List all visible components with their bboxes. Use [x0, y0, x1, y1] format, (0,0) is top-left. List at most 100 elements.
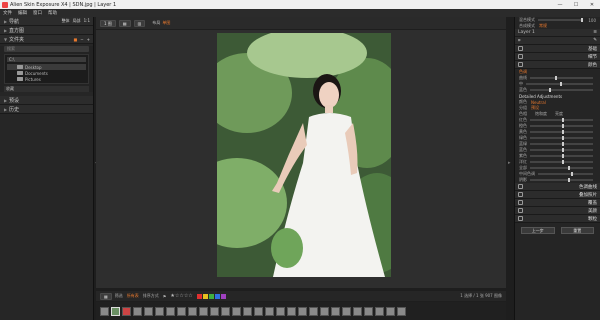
layout-label: 布局 [152, 20, 161, 25]
previous-button[interactable]: 上一步 [521, 227, 555, 234]
filmstrip-thumb[interactable] [210, 306, 219, 316]
panel-toggle-icon[interactable] [518, 208, 523, 213]
color-label-purple[interactable] [220, 293, 226, 299]
panel-tone-curve[interactable]: 色调曲线 [515, 183, 600, 191]
menu-edit[interactable]: 编辑 [18, 10, 27, 16]
filmstrip-thumb[interactable] [122, 306, 131, 316]
panel-label: 细节 [588, 54, 597, 60]
panel-toggle-icon[interactable] [518, 62, 523, 67]
filmstrip-thumb[interactable] [276, 306, 285, 316]
filmstrip-thumb[interactable] [364, 306, 373, 316]
filmstrip-thumb[interactable] [166, 306, 175, 316]
folder-add-icon[interactable]: ■ [74, 37, 78, 42]
layer-row[interactable]: Layer 1 ≡ [515, 29, 600, 37]
tree-item-label: Desktop [25, 64, 42, 70]
filmstrip-thumb[interactable] [265, 306, 274, 316]
filmstrip-thumb[interactable] [320, 306, 329, 316]
folder-search-input[interactable]: 搜索 [4, 46, 89, 52]
filmstrip-thumb[interactable] [331, 306, 340, 316]
filter-dropdown[interactable]: 所有表 [127, 293, 139, 299]
star-rating[interactable]: ★☆☆☆☆ [170, 293, 192, 299]
panel-label: 颜色 [588, 62, 597, 68]
menu-file[interactable]: 文件 [3, 10, 12, 16]
filmstrip-thumb[interactable] [287, 306, 296, 316]
panel-overlay[interactable]: 覆盖 [515, 199, 600, 207]
panel-toggle-icon[interactable] [518, 184, 523, 189]
maximize-button[interactable]: ☐ [568, 2, 584, 8]
filmstrip-thumb[interactable] [188, 306, 197, 316]
folders-header[interactable]: ▼ 文件夹 ■ − + [0, 35, 93, 44]
histogram-header[interactable]: ▶ 直方图 [0, 26, 93, 35]
filmstrip-thumb[interactable] [243, 306, 252, 316]
filmstrip-thumb[interactable] [144, 306, 153, 316]
reset-button[interactable]: 重置 [560, 227, 594, 234]
history-header[interactable]: ▶ 历史 [0, 105, 93, 114]
folder-path[interactable]: C:\ [7, 57, 86, 62]
nav-tab-fit[interactable]: 整体 [62, 18, 70, 24]
color-mode-dropdown[interactable]: Neutral [531, 100, 546, 105]
close-button[interactable]: ✕ [584, 2, 600, 8]
blend-dropdown[interactable]: 常规 [539, 23, 547, 29]
sort-label[interactable]: 排序方式 [143, 293, 159, 299]
panel-toggle-icon[interactable] [518, 216, 523, 221]
color-label-yellow[interactable] [202, 293, 208, 299]
filmstrip-grid-button[interactable]: ▦ [100, 292, 112, 300]
photo-preview[interactable] [217, 33, 391, 277]
filmstrip-thumb[interactable] [199, 306, 208, 316]
filmstrip-thumb[interactable] [375, 306, 384, 316]
filmstrip-thumb[interactable] [342, 306, 351, 316]
panel-beauty[interactable]: 美颜 [515, 207, 600, 215]
panel-basic[interactable]: 基础 [515, 45, 600, 53]
tree-item-label: Documents [25, 70, 48, 76]
color-label-green[interactable] [208, 293, 214, 299]
menu-help[interactable]: 帮助 [48, 10, 57, 16]
collapse-right-icon[interactable]: ▸ [508, 160, 511, 166]
panel-toggle-icon[interactable] [518, 200, 523, 205]
panel-detail[interactable]: 细节 [515, 53, 600, 61]
color-label-red[interactable] [196, 293, 202, 299]
app-window: Alien Skin Exposure X4 | SDN.jpg | Layer… [0, 0, 600, 320]
compare-view-button[interactable]: ▥ [133, 19, 146, 27]
filmstrip-thumb[interactable] [254, 306, 263, 316]
minimize-button[interactable]: — [552, 2, 568, 8]
view-mode-button[interactable]: 1 图 [100, 19, 116, 27]
panel-toggle-icon[interactable] [518, 46, 523, 51]
navigator-header[interactable]: ▶ 导航 整体 局部 1:1 [0, 17, 93, 26]
folder-tree: C:\ Desktop Documents Pictures [4, 54, 89, 84]
panel-toggle-icon[interactable] [518, 192, 523, 197]
menu-window[interactable]: 窗口 [33, 10, 42, 16]
panel-color[interactable]: 颜色 [515, 61, 600, 69]
panel-grain[interactable]: 颗粒 [515, 215, 600, 223]
grid-view-button[interactable]: ▦ [118, 19, 131, 27]
plus-icon[interactable]: + [87, 37, 90, 42]
filmstrip-thumb[interactable] [133, 306, 142, 316]
luminance-col[interactable]: 亮度 [555, 111, 563, 117]
filmstrip-thumb-selected[interactable] [111, 306, 120, 316]
filmstrip-thumb[interactable] [353, 306, 362, 316]
filmstrip-thumb[interactable] [100, 306, 109, 316]
flag-icon[interactable]: ⚑ [163, 294, 167, 299]
minus-icon[interactable]: − [80, 37, 83, 42]
filmstrip-thumb[interactable] [232, 306, 241, 316]
nav-tab-fill[interactable]: 局部 [73, 18, 81, 24]
layout-dropdown[interactable]: 单图 [162, 20, 170, 26]
saturation-col[interactable]: 饱和度 [535, 111, 547, 117]
crop-icon[interactable]: ⌗ [518, 38, 521, 44]
filmstrip-thumb[interactable] [386, 306, 395, 316]
brush-icon[interactable]: ✎ [593, 38, 597, 43]
tree-item-pictures[interactable]: Pictures [7, 76, 86, 82]
filmstrip-thumb[interactable] [177, 306, 186, 316]
filmstrip-thumb[interactable] [397, 306, 406, 316]
folders-body: 搜索 C:\ Desktop Documents Pictures 收藏 [0, 46, 93, 92]
panel-toggle-icon[interactable] [518, 54, 523, 59]
nav-tab-1to1[interactable]: 1:1 [84, 18, 90, 24]
panel-overlay-photo[interactable]: 叠加照片 [515, 191, 600, 199]
filmstrip-thumb[interactable] [298, 306, 307, 316]
filmstrip-thumb[interactable] [155, 306, 164, 316]
opacity-value[interactable]: 100 [586, 18, 596, 23]
color-label-blue[interactable] [214, 293, 220, 299]
presets-header[interactable]: ▶ 预设 [0, 96, 93, 105]
filmstrip-thumb[interactable] [221, 306, 230, 316]
filmstrip-thumb[interactable] [309, 306, 318, 316]
layers-icon[interactable]: ≡ [593, 30, 597, 35]
